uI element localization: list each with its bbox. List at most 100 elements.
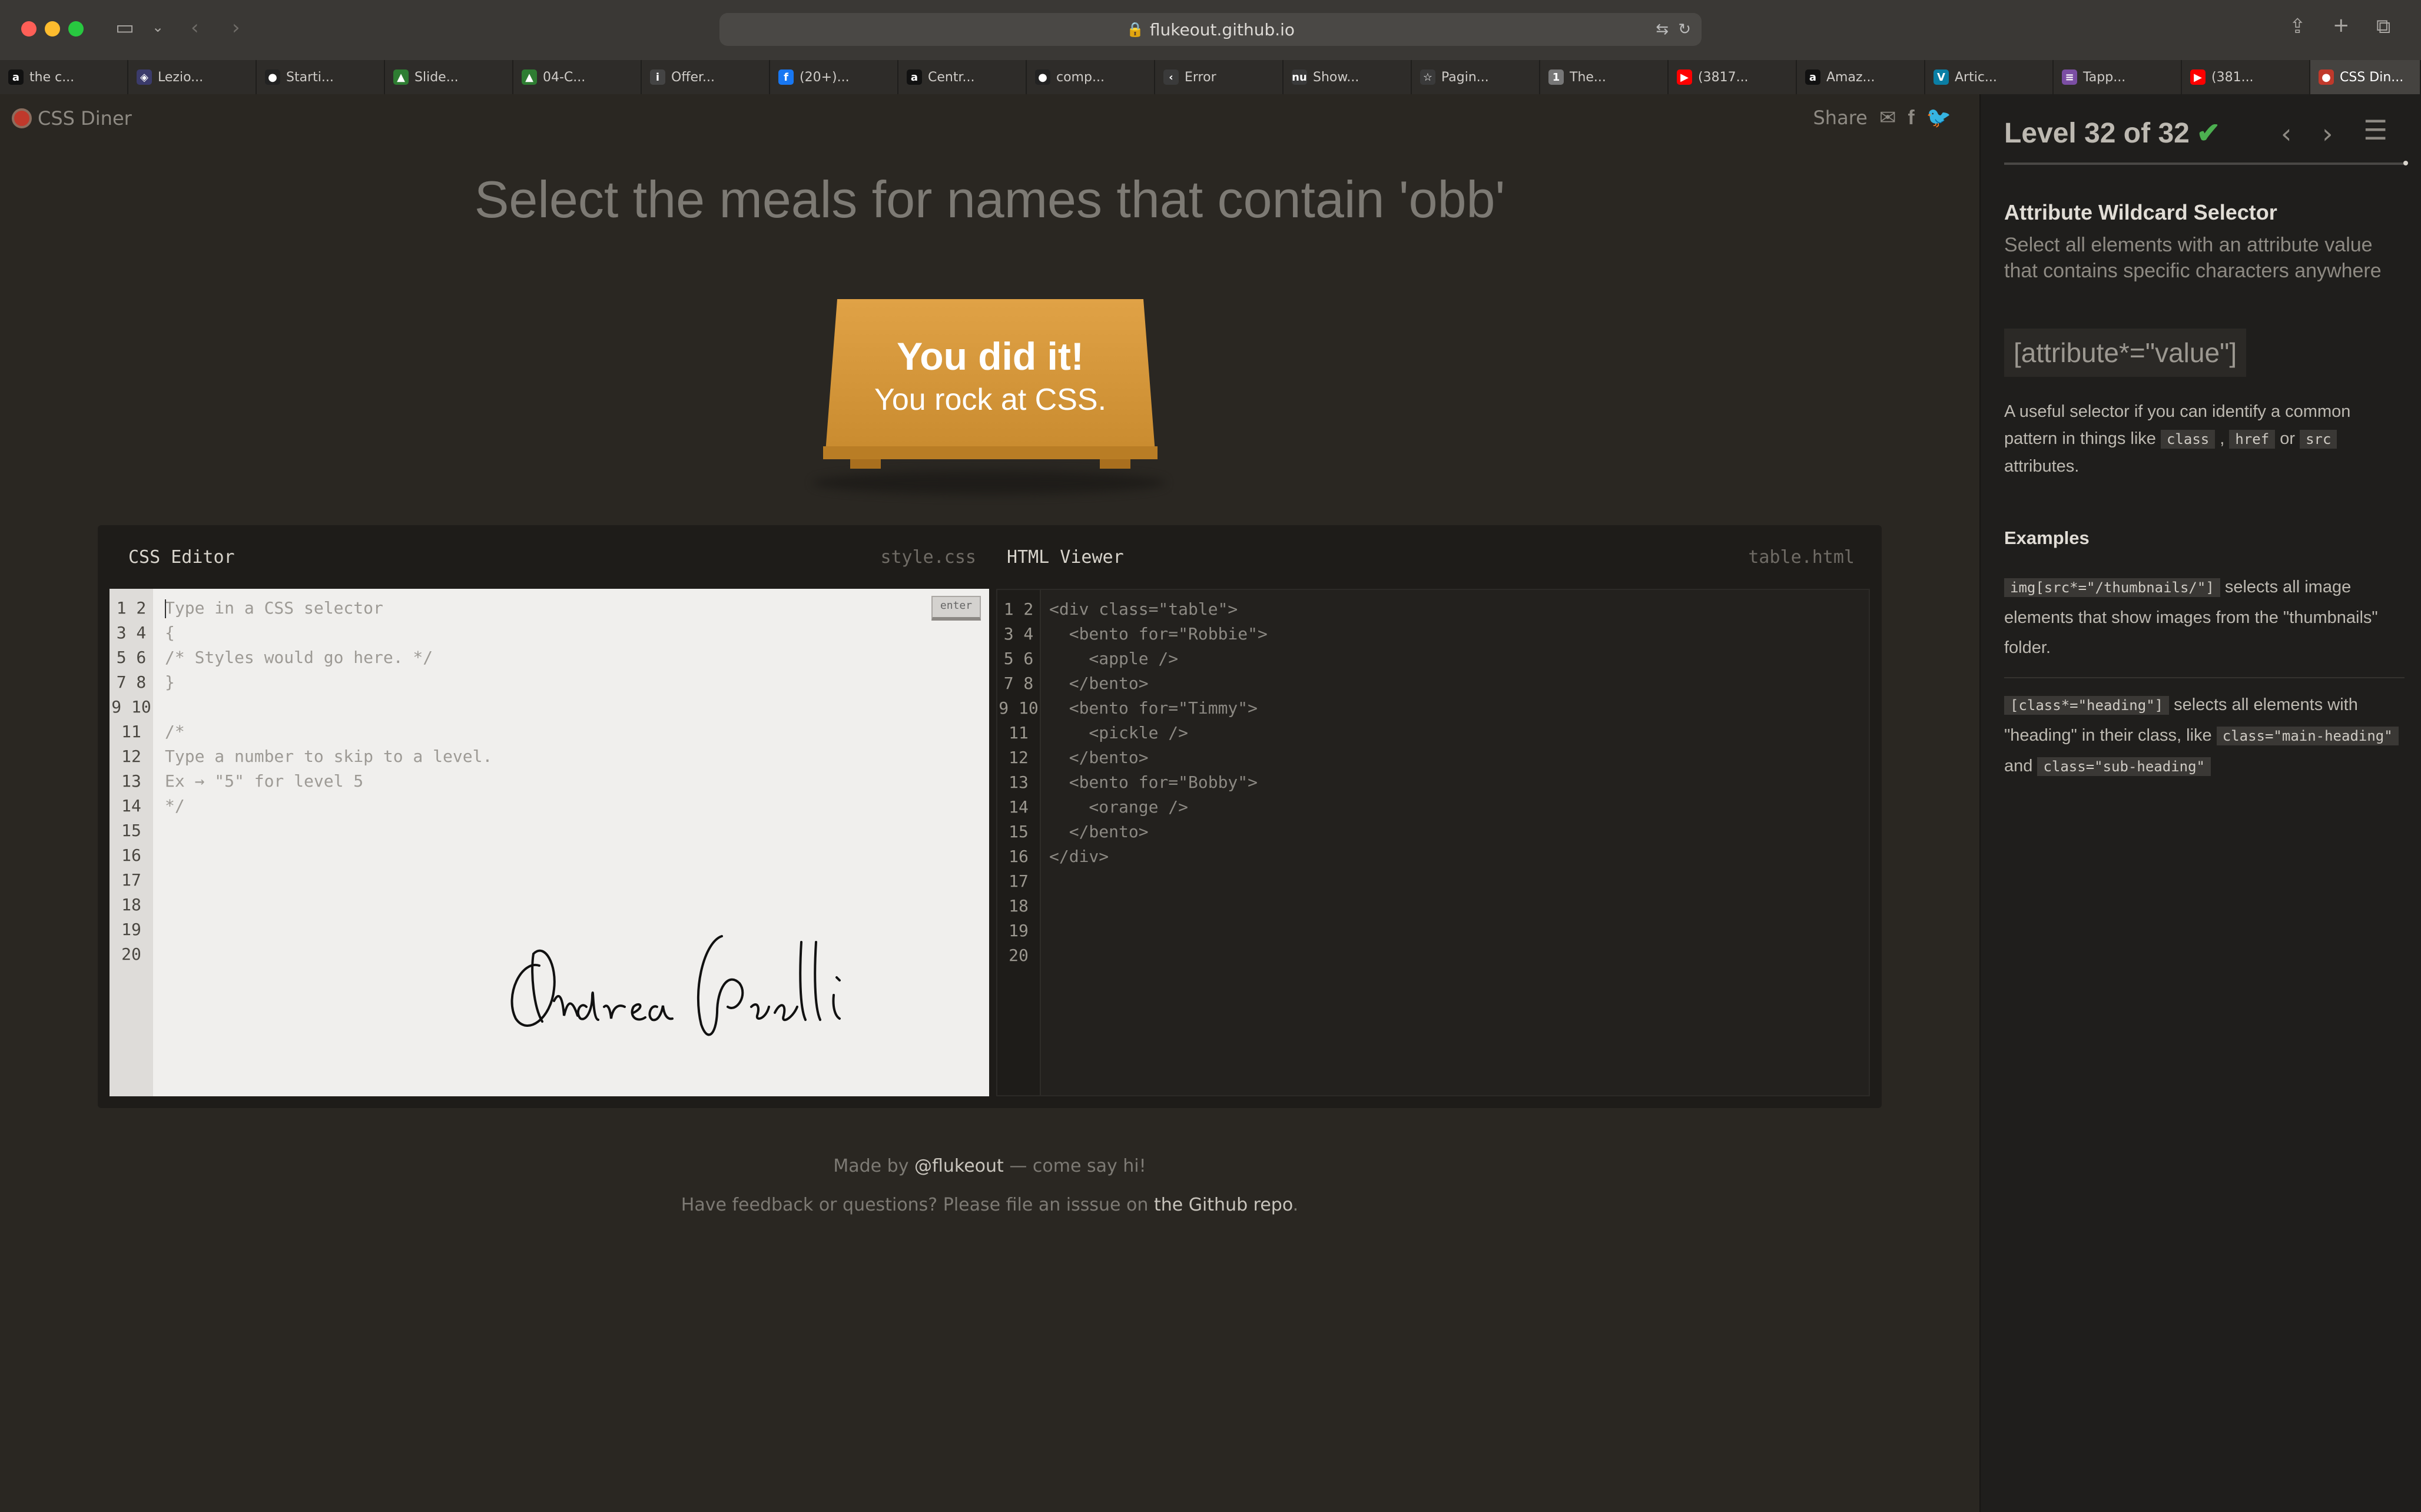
twitter-icon[interactable]: 🐦 [1926, 106, 1951, 130]
chevron-down-icon[interactable]: ⌄ [152, 20, 164, 34]
amazon-icon: a [8, 69, 24, 85]
browser-tab[interactable]: f (20+)... [770, 60, 898, 94]
tab-label: Slide... [414, 69, 459, 85]
browser-tab[interactable]: ≡ Tapp... [2054, 60, 2182, 94]
css-editor[interactable]: 1 2 3 4 5 6 7 8 9 10 11 12 13 14 15 16 1… [110, 589, 989, 1096]
html-viewer[interactable]: 1 2 3 4 5 6 7 8 9 10 11 12 13 14 15 16 1… [996, 589, 1870, 1096]
win-line-2: You rock at CSS. [874, 383, 1107, 417]
made-by-line: Made by @flukeout — come say hi! [0, 1147, 1979, 1186]
tab-label: Tapp... [2083, 69, 2126, 85]
url-text: flukeout.github.io [1149, 19, 1295, 39]
menu-icon[interactable]: ☰ [2363, 114, 2387, 146]
one-icon: 1 [1548, 69, 1564, 85]
enter-button[interactable]: enter [931, 596, 981, 621]
browser-tab[interactable]: a the c... [0, 60, 128, 94]
share-icon[interactable]: ⇪ [2289, 16, 2306, 37]
editor-panel: CSS Editor style.css HTML Viewer table.h… [98, 525, 1882, 1108]
browser-tab[interactable]: ‹ Error [1155, 60, 1284, 94]
info-icon: i [650, 69, 665, 85]
browser-tab[interactable]: ▶ (3817... [1669, 60, 1797, 94]
css-diner-page: CSS Diner Share ✉ f 🐦 Select the meals f… [0, 94, 1979, 1512]
github-icon: ● [265, 69, 280, 85]
level-header: Level 32 of 32 ✔ [2004, 117, 2220, 150]
tab-label: (3817... [1698, 69, 1749, 85]
tab-label: (381... [2211, 69, 2254, 85]
forward-icon[interactable]: › [232, 18, 240, 38]
new-tab-icon[interactable]: + [2333, 15, 2350, 35]
back-icon[interactable]: ‹ [191, 18, 199, 38]
tab-label: the c... [29, 69, 75, 85]
text-cursor [165, 599, 166, 618]
browser-tab[interactable]: ● comp... [1027, 60, 1155, 94]
browser-tab[interactable]: V Artic... [1925, 60, 2054, 94]
feedback-prefix: Have feedback or questions? Please file … [681, 1195, 1154, 1215]
browser-tab[interactable]: a Centr... [898, 60, 1027, 94]
made-by-prefix: Made by [833, 1156, 914, 1176]
tab-label: Show... [1313, 69, 1359, 85]
example-2-code-main: class="main-heading" [2216, 727, 2399, 745]
tab-label: Artic... [1955, 69, 1997, 85]
win-line-1: You did it! [897, 334, 1084, 378]
browser-tab[interactable]: ● Starti... [257, 60, 385, 94]
html-markup[interactable]: <div class="table"> <bento for="Robbie">… [1049, 597, 1268, 869]
drive-icon: ▲ [522, 69, 537, 85]
browser-tab[interactable]: nu Show... [1284, 60, 1412, 94]
tab-label: Lezio... [158, 69, 204, 85]
browser-toolbar: ▭ ⌄ ‹ › 🔒 flukeout.github.io ⇆ ↻ ⇪ + ⧉ [0, 0, 2421, 60]
reload-icon[interactable]: ↻ [1678, 21, 1691, 38]
tab-label: Amaz... [1826, 69, 1875, 85]
next-level-icon[interactable]: › [2322, 118, 2333, 150]
stripes-icon: ≡ [2062, 69, 2077, 85]
css-editor-title: CSS Editor [128, 546, 235, 568]
level-sidebar: Level 32 of 32 ✔ ‹ › ☰ Attribute Wildcard… [1979, 94, 2421, 1512]
tab-label: Pagin... [1441, 69, 1489, 85]
html-file-name: table.html [1748, 546, 1855, 568]
zoom-window-button[interactable] [68, 21, 84, 37]
tab-bar: a the c... ◈ Lezio... ● Starti... ▲ Slide... ▲ 04… [0, 60, 2421, 95]
browser-tab[interactable]: ▲ 04-C... [513, 60, 642, 94]
browser-tab[interactable]: ▲ Slide... [385, 60, 513, 94]
example-2-code: [class*="heading"] [2004, 696, 2170, 715]
star-icon: ☆ [1420, 69, 1435, 85]
selector-hint: A useful selector if you can identify a … [2004, 398, 2405, 480]
css-input[interactable]: Type in a CSS selector { /* Styles would… [165, 596, 492, 818]
signature [510, 935, 841, 1036]
level-title: Level 32 of 32 [2004, 118, 2190, 149]
browser-tab[interactable]: ◈ Lezio... [128, 60, 257, 94]
tab-overview-icon[interactable]: ⧉ [2376, 16, 2390, 37]
tab-label: CSS Din... [2340, 69, 2404, 85]
facebook-icon: f [778, 69, 794, 85]
previous-level-icon[interactable]: ‹ [2281, 118, 2291, 150]
browser-tab[interactable]: ☆ Pagin... [1412, 60, 1540, 94]
footer: Made by @flukeout — come say hi! Have fe… [0, 1147, 1979, 1225]
sidebar-toggle-icon[interactable]: ▭ [115, 18, 134, 38]
hint-tag-href: href [2229, 430, 2276, 449]
browser-tab[interactable]: 1 The... [1540, 60, 1669, 94]
selector-syntax: [attribute*="value"] [2004, 329, 2247, 377]
progress-dot [2403, 161, 2408, 165]
tab-label: 04-C... [543, 69, 586, 85]
example-1: img[src*="/thumbnails/"] selects all ima… [2004, 572, 2405, 663]
browser-tab[interactable]: i Offer... [642, 60, 770, 94]
browser-tab[interactable]: a Amaz... [1797, 60, 1925, 94]
tab-label: Centr... [928, 69, 975, 85]
author-link[interactable]: @flukeout [914, 1156, 1004, 1176]
browser-tab[interactable]: ● CSS Din... [2310, 60, 2421, 94]
browser-tab[interactable]: ▶ (381... [2182, 60, 2310, 94]
amazon-icon: a [907, 69, 922, 85]
site-logo[interactable]: CSS Diner [12, 107, 132, 130]
address-bar[interactable]: 🔒 flukeout.github.io ⇆ ↻ [719, 13, 1702, 46]
level-progress-bar [2004, 161, 2408, 165]
email-icon[interactable]: ✉ [1879, 106, 1896, 130]
logo-plate-icon [12, 108, 32, 128]
feedback-line: Have feedback or questions? Please file … [0, 1186, 1979, 1225]
minimize-window-button[interactable] [45, 21, 60, 37]
translate-icon[interactable]: ⇆ [1656, 21, 1669, 38]
example-1-code: img[src*="/thumbnails/"] [2004, 578, 2220, 597]
v-icon: V [1934, 69, 1949, 85]
github-repo-link[interactable]: the Github repo [1154, 1195, 1293, 1215]
close-window-button[interactable] [21, 21, 37, 37]
table-leg [1100, 459, 1130, 469]
facebook-icon[interactable]: f [1908, 107, 1914, 130]
tab-label: comp... [1056, 69, 1105, 85]
